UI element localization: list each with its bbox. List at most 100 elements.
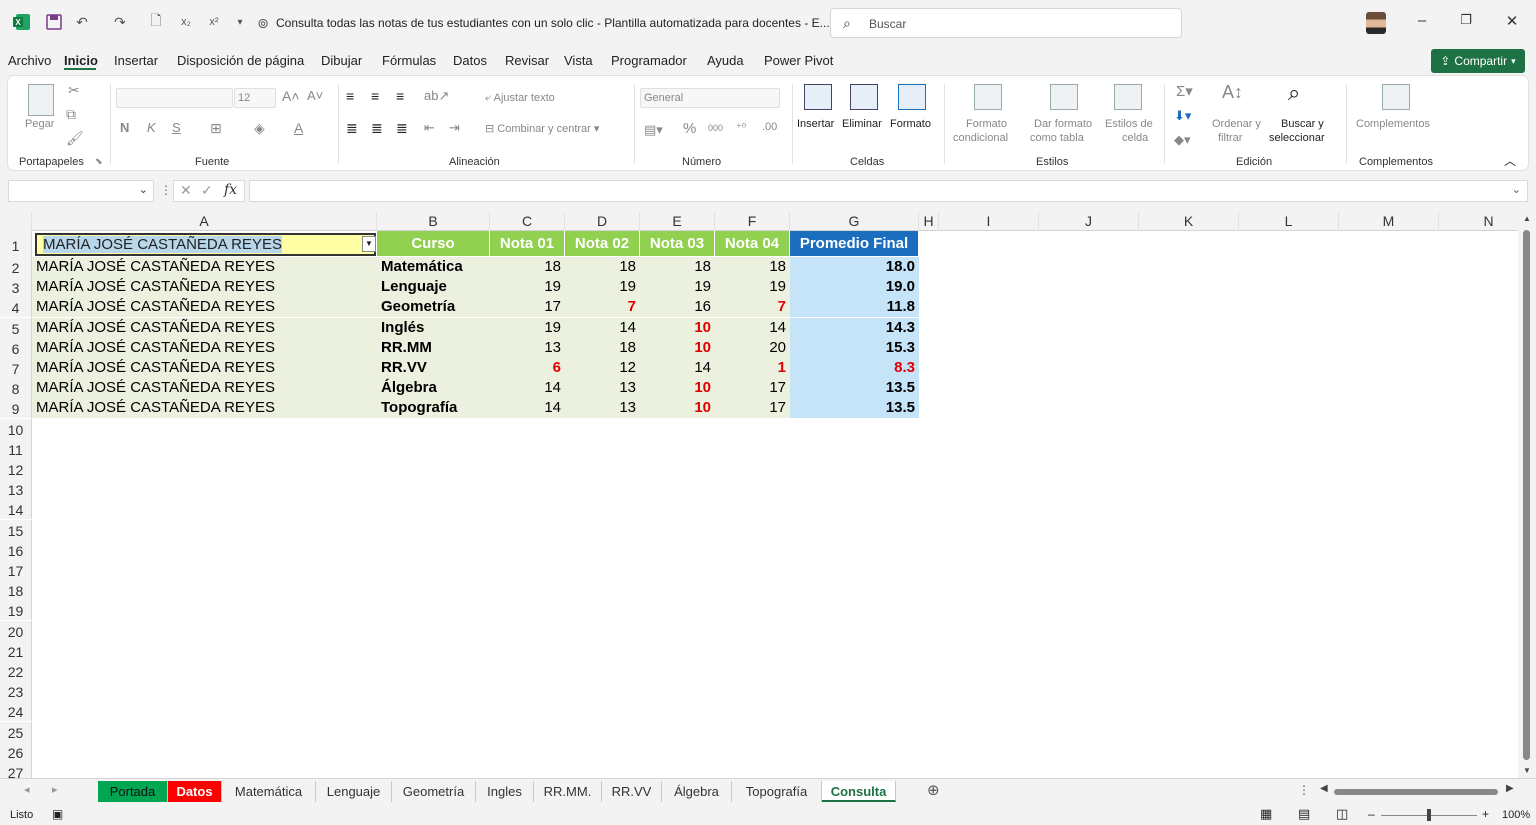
shrink-font-icon[interactable]: A˅ (307, 88, 323, 103)
expand-formula-icon[interactable]: ⌄ (1512, 183, 1521, 196)
tab-revisar[interactable]: Revisar (505, 53, 549, 68)
grade-cell[interactable]: 17 (715, 378, 790, 399)
conditional-format-icon[interactable] (974, 84, 1002, 110)
sheet-tab[interactable]: RR.MM. (534, 781, 602, 802)
sheet-tab[interactable]: Consulta (822, 781, 896, 802)
sort-filter-label2[interactable]: filtrar (1218, 132, 1242, 144)
align-right-icon[interactable]: ≣ (396, 120, 408, 137)
row-header[interactable]: 5 (0, 317, 32, 338)
sheet-tab[interactable]: Ingles (476, 781, 534, 802)
scroll-up-icon[interactable]: ▲ (1523, 214, 1531, 223)
grow-font-icon[interactable]: A˄ (282, 88, 300, 104)
increase-indent-icon[interactable]: ⇥ (449, 120, 460, 136)
wrap-text-button[interactable]: ⤶ Ajustar texto (485, 92, 555, 105)
autosum-icon[interactable]: Σ▾ (1176, 82, 1193, 100)
format-table-label1[interactable]: Dar formato (1034, 118, 1092, 130)
underline-button[interactable]: S (172, 120, 181, 135)
grade-cell[interactable]: 13 (490, 337, 565, 358)
row-header[interactable]: 23 (0, 681, 32, 702)
col-header-i[interactable]: I (939, 212, 1039, 231)
grade-cell[interactable]: 19 (715, 277, 790, 298)
fill-icon[interactable]: ⬇▾ (1174, 108, 1191, 124)
enter-icon[interactable]: ✓ (201, 182, 213, 199)
grade-cell[interactable]: 18 (565, 337, 640, 358)
student-name-cell[interactable]: MARÍA JOSÉ CASTAÑEDA REYES (32, 358, 377, 378)
redo-icon[interactable]: ↷ (110, 12, 130, 32)
zoom-level[interactable]: 100% (1502, 809, 1530, 821)
collapse-ribbon-icon[interactable]: ︿ (1504, 152, 1516, 169)
dialog-launcher-icon[interactable]: ⬊ (95, 156, 103, 167)
grade-cell[interactable]: 10 (640, 378, 715, 399)
col-header-f[interactable]: F (715, 212, 790, 231)
grade-cell[interactable]: 18 (640, 257, 715, 277)
align-center-icon[interactable]: ≣ (371, 120, 383, 137)
bold-button[interactable]: N (120, 120, 129, 135)
row-header[interactable]: 16 (0, 539, 32, 560)
table-header-e[interactable]: Nota 03 (640, 231, 715, 256)
page-layout-icon[interactable]: ▤ (1298, 806, 1310, 822)
close-icon[interactable]: ✕ (1502, 12, 1522, 32)
average-cell[interactable]: 14.3 (790, 317, 919, 338)
col-header-j[interactable]: J (1039, 212, 1139, 231)
subscript-icon[interactable]: x₂ (176, 12, 196, 32)
delete-cells-icon[interactable] (850, 84, 878, 110)
grade-cell[interactable]: 19 (565, 277, 640, 298)
sheet-tab[interactable]: Datos (168, 781, 222, 802)
vertical-scroll-thumb[interactable] (1523, 230, 1530, 760)
course-cell[interactable]: RR.MM (377, 337, 490, 358)
worksheet-grid[interactable]: A B C D E F G H I J K L M N 1 2 3 4 5 6 7 8 9 10 1… (0, 212, 1520, 778)
customize-qat-icon[interactable]: ▾ (230, 12, 250, 32)
sheet-tab[interactable]: Portada (98, 781, 168, 802)
student-name-cell[interactable]: MARÍA JOSÉ CASTAÑEDA REYES (32, 378, 377, 399)
course-cell[interactable]: Topografía (377, 398, 490, 419)
decrease-indent-icon[interactable]: ⇤ (424, 120, 435, 136)
add-ins-label[interactable]: Complementos (1356, 118, 1430, 130)
format-painter-icon[interactable]: 🖌 (66, 130, 84, 147)
insert-cells-icon[interactable] (804, 84, 832, 110)
row-header[interactable]: 4 (0, 297, 32, 318)
tab-archivo[interactable]: Archivo (8, 53, 51, 68)
tab-formulas[interactable]: Fórmulas (382, 53, 436, 68)
row-header[interactable]: 8 (0, 378, 32, 399)
minimize-icon[interactable]: – (1412, 12, 1432, 32)
save-icon[interactable] (44, 12, 64, 32)
student-name-cell[interactable]: MARÍA JOSÉ CASTAÑEDA REYES (32, 317, 377, 338)
sheet-tab[interactable]: Topografía (732, 781, 822, 802)
col-header-l[interactable]: L (1239, 212, 1339, 231)
grade-cell[interactable]: 7 (715, 297, 790, 318)
row-header[interactable]: 27 (0, 762, 32, 778)
paste-label[interactable]: Pegar (25, 118, 54, 130)
new-document-icon[interactable]: 🗋 (146, 12, 166, 32)
grade-cell[interactable]: 19 (490, 277, 565, 298)
align-left-icon[interactable]: ≣ (346, 120, 358, 137)
grade-cell[interactable]: 14 (565, 317, 640, 338)
sort-filter-icon[interactable]: A↕ (1222, 82, 1243, 103)
accessibility-icon[interactable]: ▣ (52, 807, 63, 821)
table-header-f[interactable]: Nota 04 (715, 231, 790, 256)
row-header[interactable]: 20 (0, 620, 32, 641)
tab-splitter[interactable]: ⋮ (1298, 783, 1310, 797)
row-header[interactable]: 15 (0, 519, 32, 540)
user-avatar[interactable] (1366, 12, 1386, 34)
add-ins-icon[interactable] (1382, 84, 1410, 110)
tab-insertar[interactable]: Insertar (114, 53, 158, 68)
tab-dibujar[interactable]: Dibujar (321, 53, 362, 68)
row-header[interactable]: 2 (0, 257, 32, 277)
col-header-h[interactable]: H (919, 212, 939, 231)
conditional-format-label2[interactable]: condicional (953, 132, 1008, 144)
student-name-cell[interactable]: MARÍA JOSÉ CASTAÑEDA REYES (32, 337, 377, 358)
grade-cell[interactable]: 12 (565, 358, 640, 378)
page-break-icon[interactable]: ◫ (1336, 806, 1348, 822)
grade-cell[interactable]: 16 (640, 297, 715, 318)
share-button[interactable]: ⇪ Compartir ▾ (1431, 49, 1525, 73)
orientation-icon[interactable]: ab↗ (424, 88, 449, 104)
currency-icon[interactable]: ▤▾ (644, 122, 663, 138)
align-middle-icon[interactable]: ≡ (371, 88, 379, 104)
col-header-c[interactable]: C (490, 212, 565, 231)
student-name-cell[interactable]: MARÍA JOSÉ CASTAÑEDA REYES (32, 277, 377, 298)
col-header-d[interactable]: D (565, 212, 640, 231)
zoom-in-icon[interactable]: + (1482, 807, 1489, 821)
grade-cell[interactable]: 14 (640, 358, 715, 378)
grade-cell[interactable]: 17 (715, 398, 790, 419)
superscript-icon[interactable]: x² (204, 12, 224, 32)
